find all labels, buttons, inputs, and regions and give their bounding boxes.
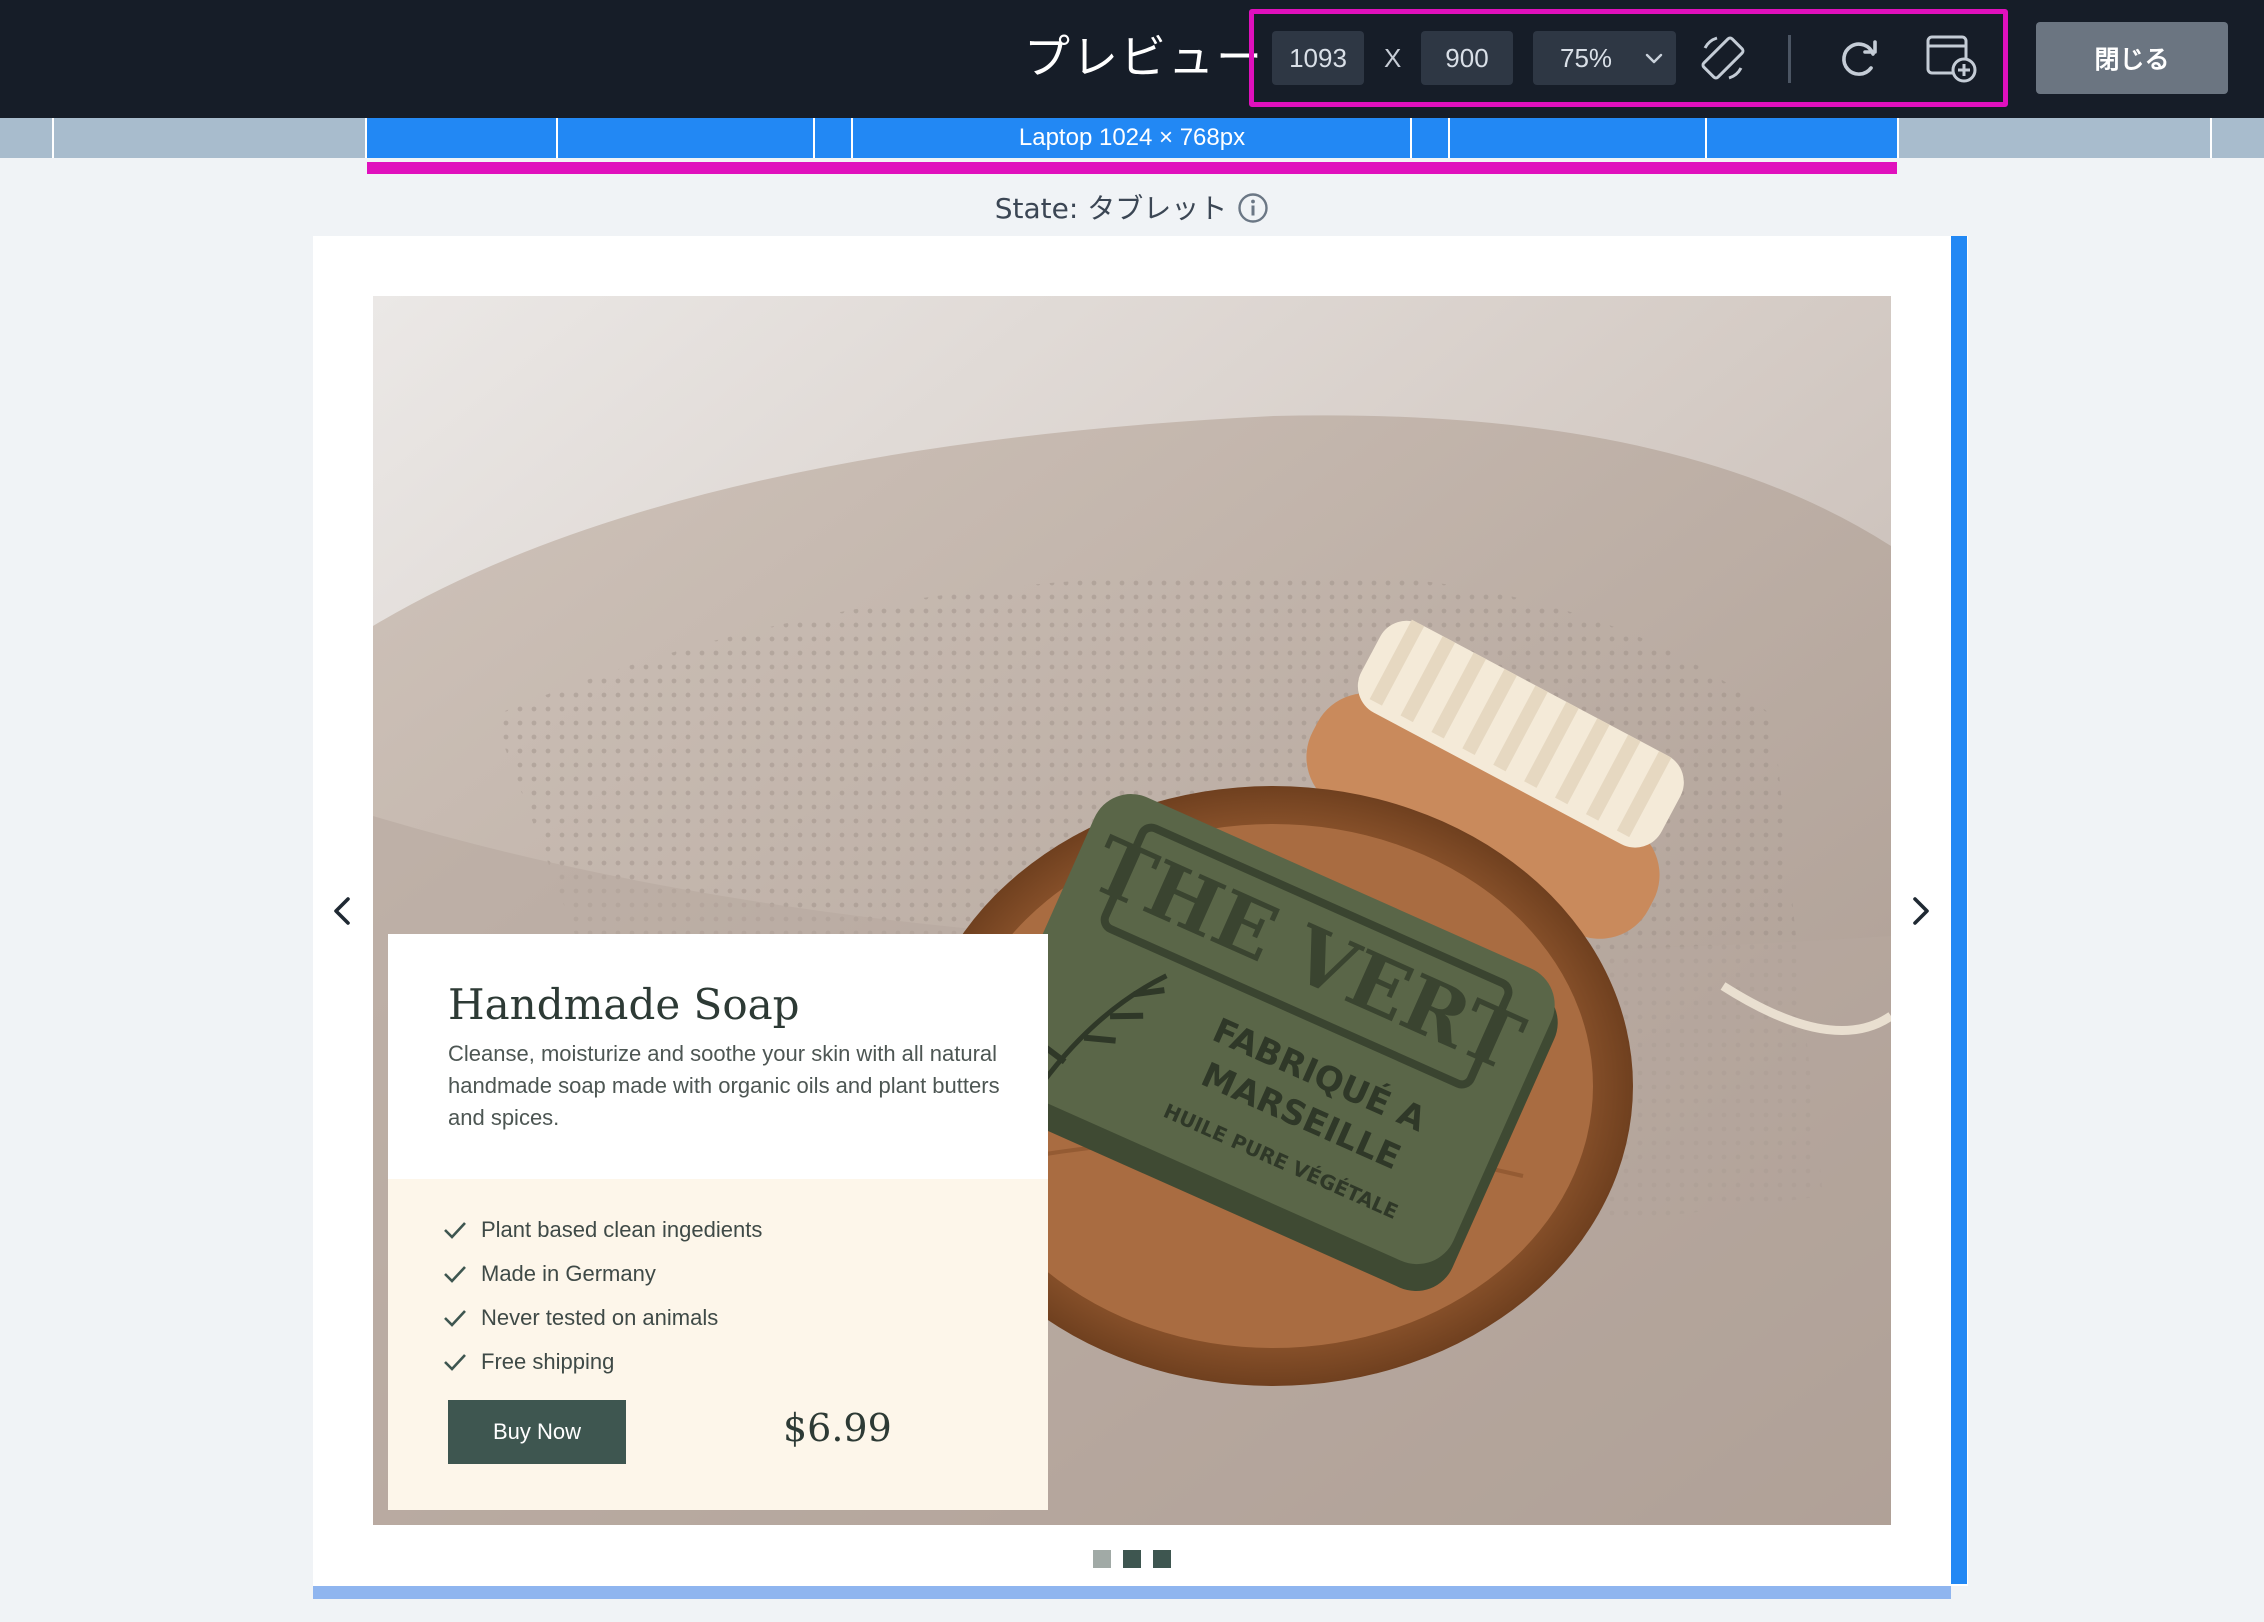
rotate-button[interactable] <box>1695 30 1751 86</box>
breakpoint-tick[interactable] <box>1448 118 1450 158</box>
carousel-dot[interactable] <box>1123 1550 1141 1568</box>
breakpoint-tick[interactable] <box>52 118 54 158</box>
frame-resize-handle-bottom[interactable] <box>313 1586 1951 1599</box>
chevron-right-icon <box>1913 897 1929 925</box>
breakpoint-tick[interactable] <box>1897 118 1899 158</box>
frame-resize-handle-right[interactable] <box>1951 236 1967 1584</box>
check-icon <box>444 1266 466 1283</box>
toolbar-divider <box>1788 35 1791 83</box>
add-window-icon <box>1926 35 1977 83</box>
breakpoint-tick[interactable] <box>1705 118 1707 158</box>
breakpoint-tick[interactable] <box>556 118 558 158</box>
zoom-select[interactable]: 75% <box>1533 31 1676 85</box>
state-indicator: State: タブレット <box>0 186 2264 232</box>
breakpoint-tick[interactable] <box>365 118 367 158</box>
rotate-device-icon <box>1701 36 1745 80</box>
breakpoint-label: Laptop 1024 × 768px <box>1018 124 1246 151</box>
info-icon[interactable] <box>1237 192 1269 224</box>
breakpoint-highlight <box>367 162 1897 174</box>
feature-text: Made in Germany <box>481 1261 656 1286</box>
feature-item: Made in Germany <box>443 1252 762 1296</box>
feature-item: Never tested on animals <box>443 1296 762 1340</box>
check-icon <box>444 1354 466 1371</box>
width-input[interactable] <box>1272 31 1364 85</box>
chevron-down-icon <box>1645 53 1663 64</box>
check-icon <box>444 1222 466 1239</box>
buy-now-button[interactable]: Buy Now <box>448 1400 626 1464</box>
zoom-value: 75% <box>1560 43 1613 73</box>
chevron-left-icon <box>334 897 350 925</box>
carousel-dot[interactable] <box>1153 1550 1171 1568</box>
preview-title: プレビュー <box>1024 30 1264 84</box>
close-button[interactable]: 閉じる <box>2036 22 2228 94</box>
feature-item: Plant based clean ingedients <box>443 1208 762 1252</box>
carousel-next-button[interactable] <box>1900 888 1940 934</box>
feature-text: Plant based clean ingedients <box>481 1217 763 1242</box>
carousel-prev-button[interactable] <box>323 888 363 934</box>
state-label: State: タブレット <box>994 192 1228 225</box>
product-title: Handmade Soap <box>448 980 800 1029</box>
feature-list: Plant based clean ingedients Made in Ger… <box>443 1208 762 1384</box>
carousel-dot[interactable] <box>1093 1550 1111 1568</box>
product-card: Handmade Soap Cleanse, moisturize and so… <box>388 934 1048 1510</box>
height-input[interactable] <box>1421 31 1513 85</box>
add-preview-button[interactable] <box>1923 30 1979 86</box>
dimension-separator: X <box>1384 43 1402 73</box>
product-price: $6.99 <box>783 1406 892 1450</box>
feature-text: Never tested on animals <box>481 1305 719 1330</box>
reload-button[interactable] <box>1831 30 1887 86</box>
product-description: Cleanse, moisturize and soothe your skin… <box>448 1041 1000 1130</box>
feature-text: Free shipping <box>481 1349 615 1374</box>
breakpoint-tick[interactable] <box>813 118 815 158</box>
feature-item: Free shipping <box>443 1340 762 1384</box>
check-icon <box>444 1310 466 1327</box>
reload-icon <box>1842 40 1877 76</box>
breakpoint-tick[interactable] <box>2210 118 2212 158</box>
